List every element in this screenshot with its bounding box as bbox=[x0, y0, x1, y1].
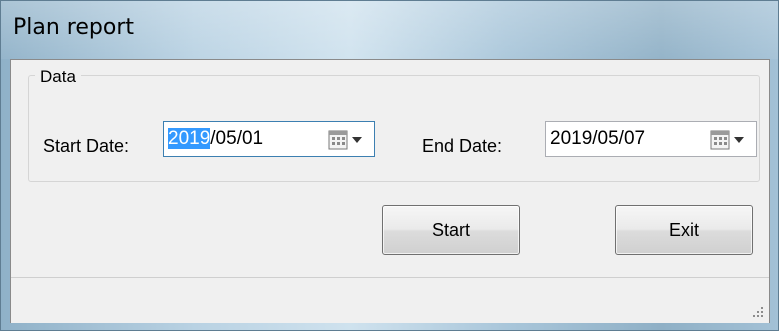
end-date-value[interactable]: 2019/05/07 bbox=[550, 128, 645, 150]
end-date-calendar-icon[interactable] bbox=[710, 130, 750, 150]
start-button[interactable]: Start bbox=[382, 205, 520, 255]
plan-report-window: Plan report Data Start Date: 2019/05/01 … bbox=[0, 0, 779, 331]
window-title: Plan report bbox=[13, 15, 134, 40]
end-date-label: End Date: bbox=[422, 136, 503, 156]
start-date-label: Start Date: bbox=[43, 136, 130, 156]
exit-button[interactable]: Exit bbox=[615, 205, 753, 255]
start-date-picker[interactable]: 2019/05/01 bbox=[163, 121, 375, 157]
end-date-picker[interactable]: 2019/05/07 bbox=[545, 121, 757, 157]
start-date-calendar-icon[interactable] bbox=[328, 130, 368, 150]
form-client-area: Data Start Date: 2019/05/01 End Date: 20… bbox=[10, 59, 770, 323]
groupbox-label: Data bbox=[35, 67, 81, 87]
start-date-value[interactable]: 2019/05/01 bbox=[168, 128, 263, 150]
resize-grip-icon[interactable] bbox=[751, 305, 765, 319]
status-bar bbox=[11, 277, 769, 323]
